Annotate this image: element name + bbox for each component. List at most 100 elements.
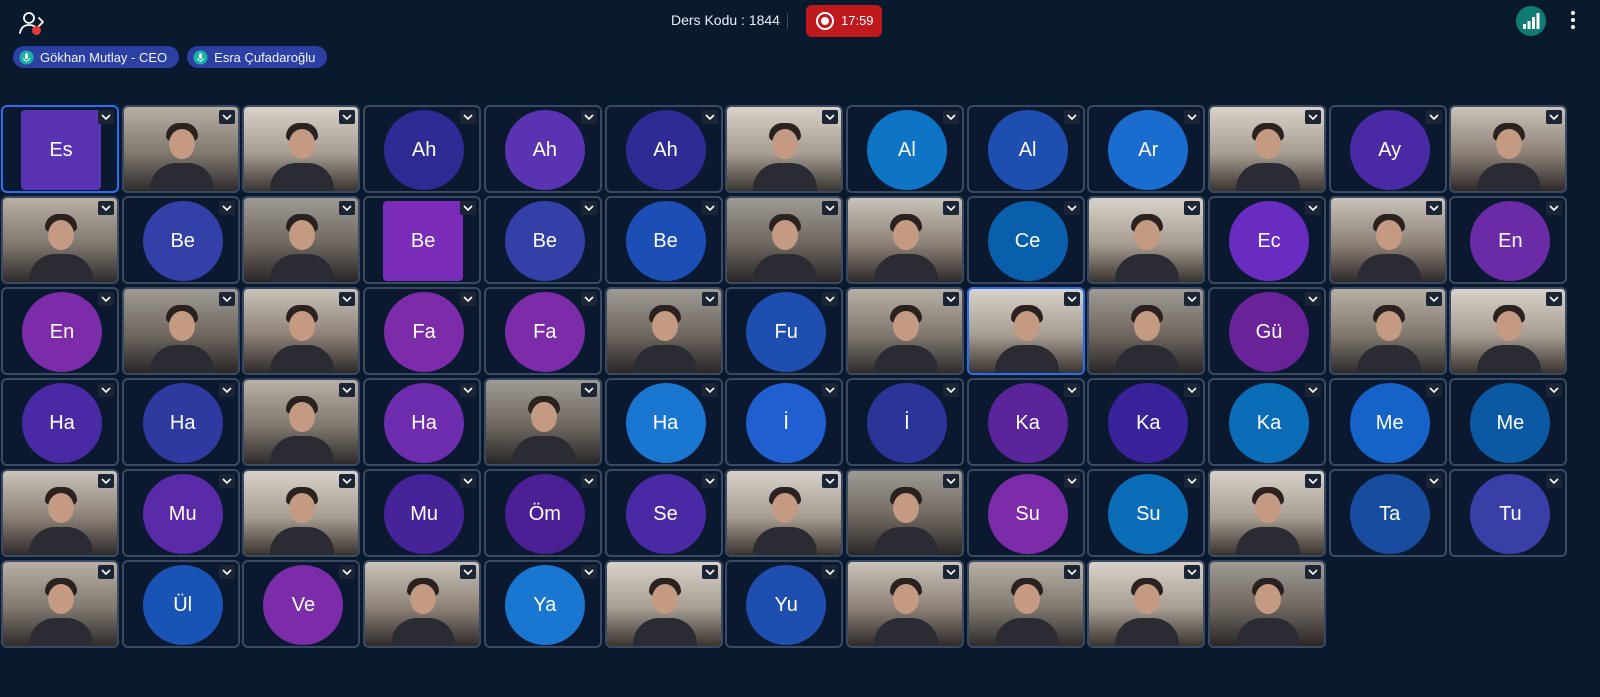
participant-tile[interactable]: [845, 560, 964, 648]
tile-menu-chevron-down-icon[interactable]: [822, 292, 839, 306]
tile-menu-chevron-down-icon[interactable]: [1305, 565, 1321, 579]
participant-tile[interactable]: Fa: [483, 287, 602, 375]
tile-menu-chevron-down-icon[interactable]: [98, 474, 114, 488]
tile-menu-chevron-down-icon[interactable]: [580, 292, 597, 306]
connection-quality-button[interactable]: [1516, 6, 1546, 36]
participant-tile[interactable]: En: [1, 287, 119, 375]
tile-menu-chevron-down-icon[interactable]: [218, 110, 235, 124]
participant-tile[interactable]: Ah: [483, 105, 602, 193]
participant-tile[interactable]: Ül: [121, 560, 240, 648]
tile-menu-chevron-down-icon[interactable]: [1546, 292, 1563, 306]
participant-tile[interactable]: [1208, 105, 1326, 193]
tile-menu-chevron-down-icon[interactable]: [218, 565, 235, 579]
tile-menu-chevron-down-icon[interactable]: [1305, 383, 1321, 397]
participant-tile[interactable]: [1328, 287, 1447, 375]
tile-menu-chevron-down-icon[interactable]: [1546, 201, 1563, 215]
tile-menu-chevron-down-icon[interactable]: [460, 565, 477, 579]
tile-menu-chevron-down-icon[interactable]: [339, 110, 356, 124]
participants-button[interactable]: [18, 9, 46, 37]
tile-menu-chevron-down-icon[interactable]: [460, 383, 477, 397]
participant-tile[interactable]: Ha: [604, 378, 723, 466]
tile-menu-chevron-down-icon[interactable]: [1184, 110, 1201, 124]
tile-menu-chevron-down-icon[interactable]: [822, 565, 839, 579]
tile-menu-chevron-down-icon[interactable]: [942, 565, 959, 579]
tile-menu-chevron-down-icon[interactable]: [1305, 201, 1321, 215]
tile-menu-chevron-down-icon[interactable]: [460, 110, 477, 124]
participant-tile[interactable]: [604, 287, 723, 375]
participant-tile[interactable]: Mu: [121, 469, 240, 557]
tile-menu-chevron-down-icon[interactable]: [701, 383, 718, 397]
participant-tile[interactable]: [483, 378, 602, 466]
tile-menu-chevron-down-icon[interactable]: [942, 110, 959, 124]
tile-menu-chevron-down-icon[interactable]: [822, 474, 839, 488]
tile-menu-chevron-down-icon[interactable]: [1305, 474, 1321, 488]
tile-menu-chevron-down-icon[interactable]: [218, 474, 235, 488]
tile-menu-chevron-down-icon[interactable]: [1425, 292, 1442, 306]
participant-tile[interactable]: [242, 378, 361, 466]
tile-menu-chevron-down-icon[interactable]: [701, 565, 718, 579]
participant-tile[interactable]: [242, 469, 361, 557]
participant-tile[interactable]: [121, 287, 240, 375]
participant-tile[interactable]: [845, 469, 964, 557]
participant-tile[interactable]: Me: [1449, 378, 1568, 466]
participant-tile[interactable]: [121, 105, 240, 193]
participant-tile[interactable]: Se: [604, 469, 723, 557]
tile-menu-chevron-down-icon[interactable]: [98, 292, 114, 306]
tile-menu-chevron-down-icon[interactable]: [942, 383, 959, 397]
participant-tile[interactable]: İ: [725, 378, 844, 466]
tile-menu-chevron-down-icon[interactable]: [339, 474, 356, 488]
participant-tile[interactable]: Öm: [483, 469, 602, 557]
participant-tile[interactable]: Ya: [483, 560, 602, 648]
participant-tile[interactable]: [966, 287, 1085, 375]
participant-tile[interactable]: Ec: [1208, 196, 1326, 284]
tile-menu-chevron-down-icon[interactable]: [942, 292, 959, 306]
tile-menu-chevron-down-icon[interactable]: [822, 201, 839, 215]
tile-menu-chevron-down-icon[interactable]: [1425, 201, 1442, 215]
tile-menu-chevron-down-icon[interactable]: [1546, 383, 1563, 397]
participant-tile[interactable]: Al: [966, 105, 1085, 193]
participant-tile[interactable]: [1, 196, 119, 284]
tile-menu-chevron-down-icon[interactable]: [942, 474, 959, 488]
tile-menu-chevron-down-icon[interactable]: [98, 110, 114, 124]
tile-menu-chevron-down-icon[interactable]: [1184, 383, 1201, 397]
participant-tile[interactable]: [1, 469, 119, 557]
tile-menu-chevron-down-icon[interactable]: [580, 383, 597, 397]
participant-tile[interactable]: Be: [604, 196, 723, 284]
participant-tile[interactable]: Ka: [1208, 378, 1326, 466]
tile-menu-chevron-down-icon[interactable]: [1063, 474, 1080, 488]
participant-tile[interactable]: Be: [483, 196, 602, 284]
participant-tile[interactable]: [1449, 105, 1568, 193]
participant-tile[interactable]: [1, 560, 119, 648]
tile-menu-chevron-down-icon[interactable]: [1425, 474, 1442, 488]
participant-tile[interactable]: Me: [1328, 378, 1447, 466]
participant-tile[interactable]: [1208, 560, 1326, 648]
participant-tile[interactable]: [845, 287, 964, 375]
tile-menu-chevron-down-icon[interactable]: [1184, 292, 1201, 306]
participant-tile[interactable]: [363, 560, 482, 648]
participant-tile[interactable]: [242, 105, 361, 193]
tile-menu-chevron-down-icon[interactable]: [1184, 565, 1201, 579]
participant-tile[interactable]: [845, 196, 964, 284]
participant-tile[interactable]: En: [1449, 196, 1568, 284]
tile-menu-chevron-down-icon[interactable]: [218, 201, 235, 215]
participant-tile[interactable]: Es: [1, 105, 119, 193]
tile-menu-chevron-down-icon[interactable]: [701, 474, 718, 488]
tile-menu-chevron-down-icon[interactable]: [1546, 110, 1563, 124]
tile-menu-chevron-down-icon[interactable]: [98, 201, 114, 215]
tile-menu-chevron-down-icon[interactable]: [822, 383, 839, 397]
tile-menu-chevron-down-icon[interactable]: [1425, 110, 1442, 124]
participant-tile[interactable]: [604, 560, 723, 648]
tile-menu-chevron-down-icon[interactable]: [1063, 110, 1080, 124]
participant-tile[interactable]: [725, 105, 844, 193]
participant-tile[interactable]: Ha: [363, 378, 482, 466]
tile-menu-chevron-down-icon[interactable]: [339, 383, 356, 397]
tile-menu-chevron-down-icon[interactable]: [1063, 201, 1080, 215]
tile-menu-chevron-down-icon[interactable]: [218, 383, 235, 397]
tile-menu-chevron-down-icon[interactable]: [1063, 565, 1080, 579]
participant-tile[interactable]: Ve: [242, 560, 361, 648]
speaker-pill[interactable]: Esra Çufadaroğlu: [187, 46, 328, 68]
tile-menu-chevron-down-icon[interactable]: [339, 292, 356, 306]
tile-menu-chevron-down-icon[interactable]: [1305, 292, 1321, 306]
participant-tile[interactable]: Be: [363, 196, 482, 284]
tile-menu-chevron-down-icon[interactable]: [1184, 474, 1201, 488]
